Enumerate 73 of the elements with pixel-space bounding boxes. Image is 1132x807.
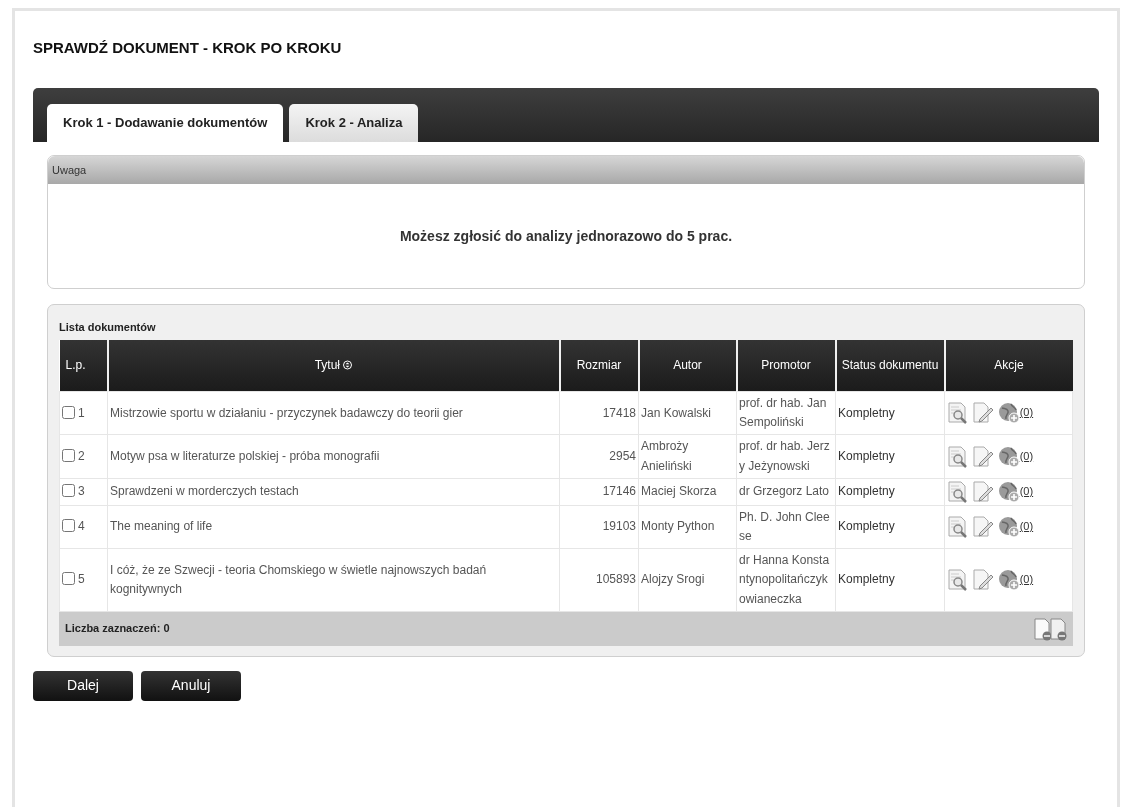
action-button[interactable]: Dalej — [33, 670, 133, 701]
table-cell: Ph. D. John Cleese — [736, 505, 836, 549]
table-cell: Ambroży Anieliński — [638, 434, 737, 479]
comments-link[interactable]: (0) — [1019, 573, 1034, 586]
edit-icon[interactable] — [972, 445, 995, 468]
sort-icon[interactable] — [343, 360, 353, 371]
table-cell: dr Grzegorz Lato — [736, 478, 836, 506]
table-cell: 17418 — [559, 391, 639, 435]
table-cell: Sprawdzeni w morderczych testach — [107, 478, 560, 506]
globe-add-icon[interactable] — [997, 402, 1020, 425]
table-cell: 17146 — [559, 478, 639, 506]
table-cell: Kompletny — [835, 548, 945, 612]
globe-add-icon[interactable] — [997, 568, 1020, 591]
table-cell: 19103 — [559, 505, 639, 549]
column-header[interactable]: Tytuł — [107, 339, 560, 392]
preview-icon[interactable] — [947, 445, 969, 468]
column-header: Promotor — [736, 339, 836, 392]
row-checkbox[interactable] — [62, 484, 75, 498]
table-cell: Motyw psa w literaturze polskiej - próba monografii — [107, 434, 560, 479]
edit-icon[interactable] — [972, 568, 995, 591]
column-header: L.p. — [59, 339, 108, 392]
comments-link[interactable]: (0) — [1019, 406, 1034, 419]
table-cell: 2954 — [559, 434, 639, 479]
preview-icon[interactable] — [947, 402, 969, 425]
row-number: 1 — [78, 405, 85, 420]
row-checkbox[interactable] — [62, 448, 75, 462]
globe-add-icon[interactable] — [997, 445, 1020, 468]
table-cell: Maciej Skorza — [638, 478, 737, 506]
preview-icon[interactable] — [947, 515, 969, 538]
table-cell: Jan Kowalski — [638, 391, 737, 435]
table-cell: Kompletny — [835, 505, 945, 549]
tab[interactable]: Krok 2 - Analiza — [289, 104, 419, 142]
page-title: SPRAWDŹ DOKUMENT - KROK PO KROKU — [33, 38, 343, 58]
globe-add-icon[interactable] — [997, 480, 1020, 503]
table-cell: prof. dr hab. Jerzy Jeżynowski — [736, 434, 836, 479]
edit-icon[interactable] — [972, 402, 995, 425]
row-number: 4 — [78, 519, 85, 534]
table-cell: 105893 — [559, 548, 639, 612]
row-number: 5 — [78, 572, 85, 587]
table-cell: Alojzy Srogi — [638, 548, 737, 612]
row-checkbox[interactable] — [62, 405, 75, 419]
notice-title: Uwaga — [48, 155, 1084, 184]
row-checkbox[interactable] — [62, 572, 75, 586]
table-cell: The meaning of life — [107, 505, 560, 549]
comments-link[interactable]: (0) — [1019, 484, 1034, 497]
notice-message: Możesz zgłosić do analizy jednorazowo do 5 prac. — [399, 226, 733, 246]
list-title: Lista dokumentów — [59, 320, 157, 335]
column-header: Akcje — [944, 339, 1073, 392]
table-cell: Monty Python — [638, 505, 737, 549]
table-cell: Mistrzowie sportu w działaniu - przyczynek badawczy do teorii gier — [107, 391, 560, 435]
column-header: Rozmiar — [559, 339, 639, 392]
table-cell: dr Hanna Konstantynopolitańczykowianeczka — [736, 548, 836, 612]
globe-add-icon[interactable] — [997, 515, 1020, 538]
selection-count: Liczba zaznaczeń: 0 — [65, 621, 170, 637]
comments-link[interactable]: (0) — [1019, 449, 1034, 462]
table-cell: Kompletny — [835, 391, 945, 435]
table-cell: prof. dr hab. Jan Sempoliński — [736, 391, 836, 435]
row-number: 2 — [78, 448, 85, 463]
row-checkbox[interactable] — [62, 519, 75, 533]
row-number: 3 — [78, 484, 85, 499]
table-cell: I cóż, że ze Szwecji - teoria Chomskiego w świetle najnowszych badań kognitywnych — [107, 548, 560, 612]
preview-icon[interactable] — [947, 568, 969, 591]
table-cell: Kompletny — [835, 478, 945, 506]
column-header: Autor — [638, 339, 737, 392]
table-cell: Kompletny — [835, 434, 945, 479]
edit-icon[interactable] — [972, 515, 995, 538]
tab[interactable]: Krok 1 - Dodawanie dokumentów — [47, 104, 284, 142]
edit-icon[interactable] — [972, 480, 995, 503]
preview-icon[interactable] — [947, 480, 969, 503]
remove-documents-icon[interactable] — [1033, 616, 1067, 641]
column-header: Status dokumentu — [835, 339, 945, 392]
action-button[interactable]: Anuluj — [141, 670, 241, 701]
comments-link[interactable]: (0) — [1019, 520, 1034, 533]
